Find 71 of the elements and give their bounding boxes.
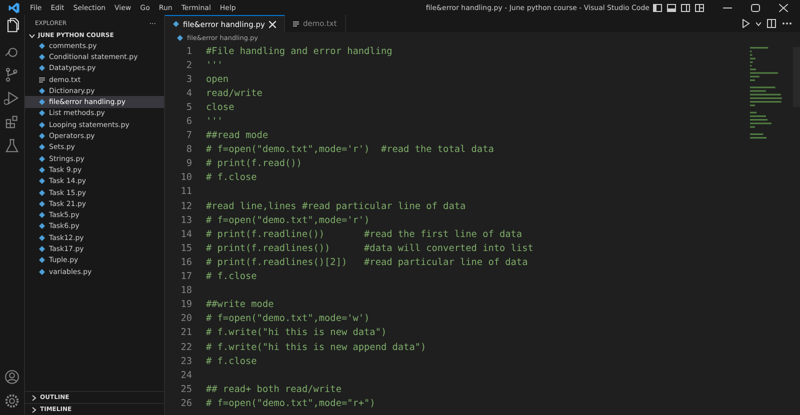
line-number: 18	[180, 285, 192, 296]
line-number: 14	[180, 228, 192, 240]
code-line: # f=open("demo.txt",mode="r+")	[206, 398, 376, 409]
code-line: # f.close	[206, 172, 257, 184]
line-number: 7	[185, 130, 192, 142]
line-number: 4	[185, 88, 192, 99]
line-number: 6	[185, 116, 192, 128]
maximize-icon[interactable]	[751, 4, 760, 12]
line-number: 19	[180, 299, 192, 310]
code-line: '''	[206, 60, 223, 71]
python-file-icon	[173, 21, 179, 27]
text-file-icon	[39, 76, 45, 83]
code-line: '''	[206, 116, 223, 128]
code-line: # print(f.readlines()) #data will converted into list	[206, 242, 534, 254]
code-line: ##write mode	[206, 299, 274, 310]
line-number: 11	[180, 186, 192, 198]
layout-icon[interactable]	[653, 4, 662, 12]
code-line: read/write	[206, 88, 262, 99]
code-line: # f=open("demo.txt",mode='r')	[206, 214, 370, 226]
extensions-icon[interactable]	[4, 114, 20, 130]
caret-icon[interactable]	[756, 22, 761, 26]
more-icon[interactable]	[782, 22, 792, 25]
line-number: 3	[185, 74, 192, 85]
settings-icon[interactable]	[4, 393, 20, 409]
line-number: 22	[180, 342, 192, 353]
code-line: # f=open("demo.txt",mode='w')	[206, 313, 370, 324]
line-number: 8	[185, 144, 192, 156]
code-line: # print(f.readline()) #read the first line of data	[206, 228, 522, 240]
code-line: ## read+ both read/write	[206, 384, 342, 395]
line-number: 9	[185, 158, 192, 170]
testing-icon[interactable]	[4, 138, 20, 154]
line-number: 15	[180, 242, 192, 254]
line-number: 26	[180, 398, 192, 409]
code-line: # print(f.readlines()[2]) #read particular line of data	[206, 256, 528, 268]
close-icon[interactable]	[779, 4, 788, 12]
split-editor-icon[interactable]	[767, 19, 776, 28]
source-control-icon[interactable]	[4, 66, 20, 82]
code-line: ##read mode	[206, 130, 268, 142]
code-line: open	[206, 74, 229, 85]
code-line: close	[206, 102, 234, 113]
python-file-icon	[177, 34, 183, 40]
line-number: 25	[180, 384, 192, 395]
layout-icon[interactable]	[695, 4, 704, 12]
line-number: 2	[185, 60, 192, 71]
line-number: 1	[185, 46, 192, 57]
run-icon[interactable]	[4, 90, 20, 106]
code-line: # f.close	[206, 271, 257, 282]
logo-icon	[8, 2, 20, 14]
account-icon[interactable]	[4, 369, 20, 385]
layout-icon[interactable]	[667, 4, 676, 12]
close-icon[interactable]	[268, 20, 276, 28]
code-line: # print(f.read())	[206, 158, 302, 170]
code-line: # f.close	[206, 356, 257, 367]
line-number: 20	[180, 313, 192, 324]
code-line: # f.write("hi this is new data")	[206, 327, 387, 338]
line-number: 10	[180, 172, 192, 184]
code-line: # f.write("hi this is new append data")	[206, 342, 426, 353]
layout-icon[interactable]	[681, 4, 690, 12]
line-number: 12	[180, 200, 192, 212]
code-line: #read line,lines #read particular line of data	[206, 200, 466, 212]
line-number: 5	[185, 102, 192, 113]
code-line: #File handling and error handling	[206, 46, 392, 57]
line-number: 21	[180, 327, 192, 338]
run-icon[interactable]	[742, 19, 750, 28]
line-number: 16	[180, 256, 192, 268]
line-number: 17	[180, 271, 192, 282]
line-number: 24	[180, 370, 192, 381]
code-line: # f=open("demo.txt",mode='r') #read the total data	[206, 144, 494, 156]
line-number: 23	[180, 356, 192, 367]
line-number: 13	[180, 214, 192, 226]
text-file-icon	[292, 20, 299, 26]
